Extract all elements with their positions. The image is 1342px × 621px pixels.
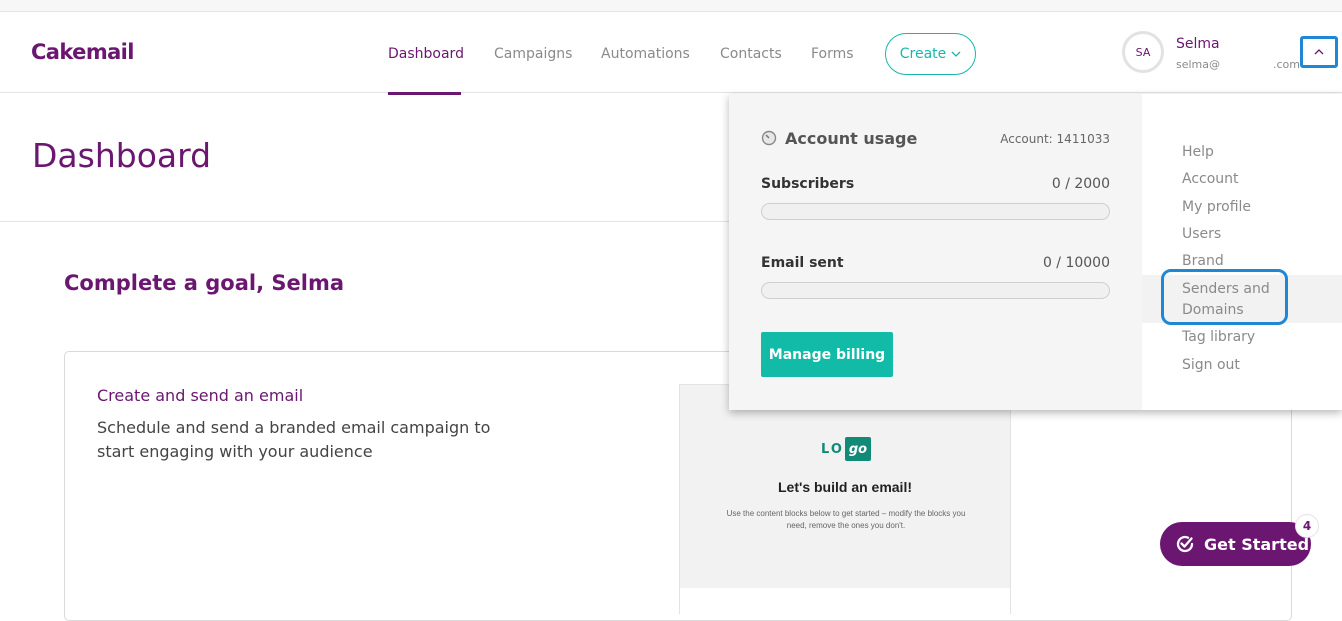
goal-card-title[interactable]: Create and send an email — [97, 386, 303, 405]
preview-logo-text: LO — [821, 442, 844, 457]
menu-item-brand[interactable]: Brand — [1182, 253, 1224, 269]
nav-forms[interactable]: Forms — [811, 46, 854, 62]
manage-billing-button[interactable]: Manage billing — [761, 332, 893, 377]
subscribers-label: Subscribers — [761, 176, 855, 192]
active-tab-indicator — [388, 92, 461, 95]
user-email-end: .com — [1273, 58, 1300, 71]
nav-dashboard[interactable]: Dashboard — [388, 46, 464, 62]
nav-campaigns[interactable]: Campaigns — [494, 46, 572, 62]
menu-item-sign-out[interactable]: Sign out — [1182, 357, 1240, 373]
account-usage-title: Account usage — [785, 129, 918, 148]
menu-item-account[interactable]: Account — [1182, 171, 1239, 187]
get-started-button[interactable]: Get Started — [1160, 522, 1311, 566]
nav-contacts[interactable]: Contacts — [720, 46, 782, 62]
top-nav: Cakemail Dashboard Campaigns Automations… — [0, 12, 1342, 95]
notification-badge: 4 — [1296, 515, 1318, 537]
emails-sent-value: 0 / 10000 — [1042, 255, 1110, 271]
check-circle-icon — [1176, 535, 1194, 553]
emails-sent-label: Email sent — [761, 255, 844, 271]
user-email-start: selma@ — [1176, 58, 1221, 71]
chevron-down-icon — [951, 51, 961, 57]
subscribers-progress — [761, 203, 1110, 220]
cakemail-logo[interactable]: Cakemail — [31, 40, 134, 64]
goal-heading: Complete a goal, Selma — [64, 271, 345, 295]
create-label: Create — [899, 46, 947, 62]
emails-sent-progress — [761, 282, 1110, 299]
menu-item-help[interactable]: Help — [1182, 144, 1214, 160]
preview-headline: Let's build an email! — [777, 479, 913, 495]
menu-item-my-profile[interactable]: My profile — [1182, 199, 1251, 215]
create-button[interactable]: Create — [885, 33, 976, 75]
top-strip — [0, 0, 1342, 12]
page-title: Dashboard — [32, 136, 212, 175]
email-preview: LO go Let's build an email! Use the cont… — [679, 384, 1011, 614]
account-dropdown: Account usage Account: 1411033 Subscribe… — [729, 94, 1342, 410]
avatar[interactable]: SA — [1122, 31, 1164, 73]
get-started-label: Get Started — [1204, 534, 1310, 554]
goal-card-description: Schedule and send a branded email campai… — [97, 418, 491, 461]
menu-item-tag-library[interactable]: Tag library — [1182, 329, 1255, 345]
preview-body: Use the content blocks below to get star… — [726, 509, 966, 530]
menu-item-users[interactable]: Users — [1182, 226, 1221, 242]
nav-automations[interactable]: Automations — [601, 46, 690, 62]
subscribers-value: 0 / 2000 — [1051, 176, 1110, 192]
chevron-up-icon — [1314, 49, 1324, 55]
account-number: Account: 1411033 — [1000, 132, 1110, 146]
preview-logo-badge: go — [845, 437, 871, 461]
user-name: Selma — [1176, 36, 1220, 52]
gauge-icon — [761, 130, 777, 146]
preview-content-area — [680, 588, 1010, 614]
account-menu-toggle[interactable] — [1300, 36, 1338, 68]
account-usage-panel: Account usage Account: 1411033 Subscribe… — [729, 94, 1142, 410]
focus-outline — [1161, 269, 1288, 325]
